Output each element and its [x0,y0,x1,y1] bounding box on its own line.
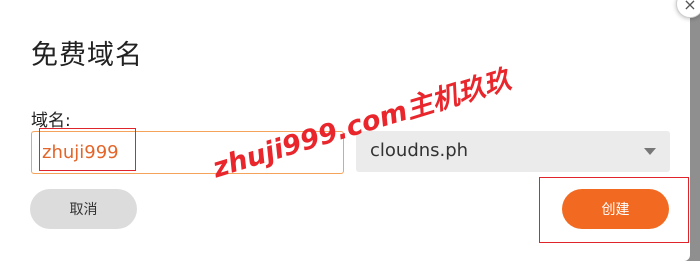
cancel-button[interactable]: 取消 [30,189,137,229]
dialog-title: 免费域名 [31,40,143,71]
chevron-down-icon [644,148,656,155]
free-domain-dialog: 免费域名 域名: cloudns.ph 取消 创建 zhuji999.com主机… [0,0,690,261]
create-button[interactable]: 创建 [562,189,669,229]
zone-select[interactable]: cloudns.ph [356,131,670,172]
zone-select-value: cloudns.ph [370,140,469,161]
close-icon-glyph: × [683,0,697,14]
domain-field-label: 域名: [31,111,71,131]
